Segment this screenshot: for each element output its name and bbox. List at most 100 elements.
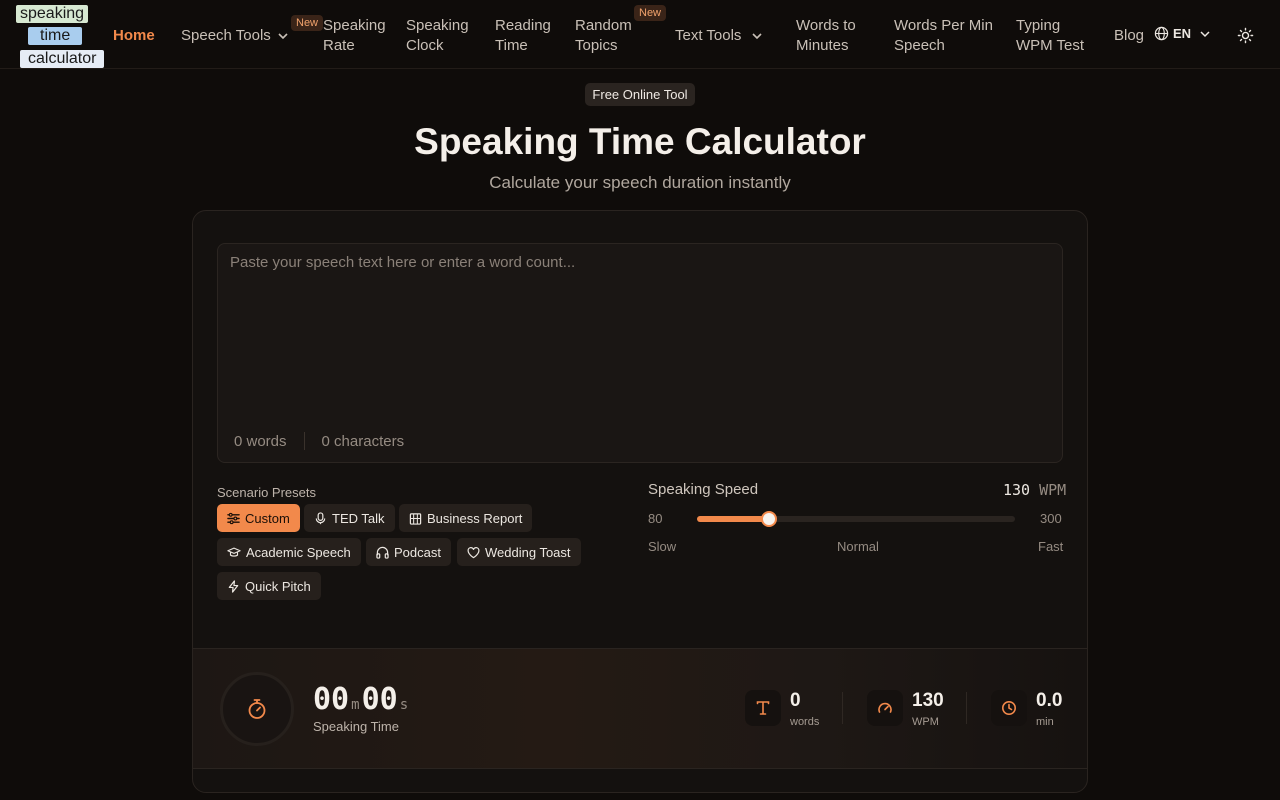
speed-value: 130 WPM [1003, 481, 1066, 499]
speech-text-input[interactable] [218, 244, 1062, 414]
headphones-icon [376, 546, 389, 559]
preset-podcast[interactable]: Podcast [366, 538, 451, 566]
nav-label-line: Typing [1016, 17, 1061, 34]
graduation-cap-icon [227, 547, 241, 557]
stat-label: min [1036, 716, 1054, 728]
nav-typing-test[interactable]: Typing WPM Test [1016, 16, 1084, 56]
language-code: EN [1173, 26, 1192, 41]
microphone-icon [315, 511, 326, 524]
stat-divider [966, 692, 967, 724]
sliders-icon [227, 512, 240, 524]
nav-reading-time[interactable]: Reading Time [495, 16, 551, 56]
nav-wpm-speech[interactable]: Words Per Min Speech [894, 16, 993, 56]
nav-label-line: Speaking [406, 17, 469, 34]
preset-custom[interactable]: Custom [217, 504, 300, 532]
seconds-unit: s [399, 697, 409, 713]
nav-label-line: Time [495, 37, 528, 54]
speed-slider[interactable] [697, 511, 1015, 527]
new-badge: New [291, 15, 324, 31]
nav-speech-tools-label: Speech Tools [181, 27, 271, 44]
chevron-down-icon [278, 33, 288, 40]
top-nav: speaking time calculator Home Speech Too… [0, 0, 1280, 69]
speaking-time-label: Speaking Time [313, 719, 399, 734]
speed-unit: WPM [1039, 481, 1067, 499]
nav-label-line: WPM Test [1016, 37, 1085, 54]
timer-ring [220, 672, 294, 746]
site-logo[interactable]: speaking time calculator [16, 4, 116, 68]
text-icon [745, 690, 781, 726]
nav-label-line: Rate [323, 37, 355, 54]
building-icon [409, 512, 422, 525]
preset-label: Academic Speech [246, 544, 351, 560]
speed-normal-label: Normal [837, 539, 879, 554]
speed-fast-label: Fast [1038, 539, 1064, 554]
nav-label-line: Words to [796, 17, 856, 34]
lightning-icon [228, 579, 239, 593]
preset-label: Podcast [394, 544, 441, 560]
stat-divider [842, 692, 843, 724]
logo-word-calculator: calculator [20, 50, 105, 68]
result-panel: 00 m00 s Speaking Time 0 words 130 WPM 0.0… [193, 648, 1087, 769]
preset-quick-pitch[interactable]: Quick Pitch [217, 572, 321, 600]
nav-random-topics[interactable]: Random Topics [575, 16, 632, 56]
page-subtitle: Calculate your speech duration instantly [489, 173, 791, 192]
nav-blog[interactable]: Blog [1114, 26, 1144, 46]
globe-icon [1154, 26, 1169, 41]
nav-label-line: Speaking [323, 17, 386, 34]
language-selector[interactable]: EN [1154, 26, 1212, 41]
stopwatch-icon [248, 699, 266, 719]
free-tool-badge: Free Online Tool [585, 83, 695, 106]
page-title: Speaking Time Calculator [414, 121, 866, 162]
preset-ted-talk[interactable]: TED Talk [304, 504, 395, 532]
heart-icon [467, 546, 480, 558]
preset-academic-speech[interactable]: Academic Speech [217, 538, 361, 566]
minutes-unit: m [351, 697, 360, 713]
nav-words-to-minutes[interactable]: Words to Minutes [796, 16, 856, 56]
chevron-down-icon [752, 33, 763, 40]
minutes-value: 00 [313, 682, 350, 717]
stat-value: 130 [912, 690, 944, 711]
text-counts: 0 words 0 characters [234, 432, 404, 450]
speaking-time-value: 00 m00 s [313, 683, 410, 722]
nav-speaking-clock[interactable]: Speaking Clock [406, 16, 469, 56]
speed-label: Speaking Speed [648, 481, 759, 498]
new-badge: New [634, 5, 667, 21]
preset-label: Wedding Toast [485, 544, 571, 560]
speed-number: 130 [1003, 481, 1031, 499]
preset-label: Custom [245, 510, 290, 526]
nav-speech-tools[interactable]: Speech Tools [181, 26, 289, 46]
nav-label-line: Speech [894, 37, 945, 54]
speed-min: 80 [648, 511, 663, 526]
nav-home[interactable]: Home [113, 26, 155, 46]
gauge-icon [867, 690, 903, 726]
preset-wedding-toast[interactable]: Wedding Toast [457, 538, 581, 566]
stat-value: 0.0 [1036, 690, 1063, 711]
speed-slider-fill [697, 516, 770, 522]
logo-word-time: time [28, 27, 83, 45]
nav-label-line: Clock [406, 37, 444, 54]
logo-word-speaking: speaking [16, 5, 89, 23]
nav-text-tools[interactable]: Text Tools [675, 26, 763, 46]
chevron-down-icon [1200, 30, 1210, 37]
stat-label: WPM [912, 716, 939, 728]
speech-text-box: 0 words 0 characters [217, 243, 1063, 463]
nav-label-line: Reading [495, 17, 551, 34]
seconds-value: 00 [361, 682, 398, 717]
preset-label: Quick Pitch [245, 578, 311, 594]
nav-label-line: Words Per Min [894, 17, 993, 34]
word-count: 0 words [234, 432, 287, 450]
calculator-card: 0 words 0 characters Scenario Presets Cu… [192, 210, 1088, 793]
nav-speaking-rate[interactable]: Speaking Rate [323, 16, 386, 56]
preset-label: TED Talk [332, 510, 385, 526]
speed-slider-thumb[interactable] [761, 511, 778, 527]
presets-label: Scenario Presets [217, 485, 316, 500]
speed-max: 300 [1040, 511, 1062, 526]
nav-text-tools-label: Text Tools [675, 27, 742, 44]
nav-label-line: Topics [575, 37, 618, 54]
nav-label-line: Minutes [796, 37, 849, 54]
preset-business-report[interactable]: Business Report [399, 504, 533, 532]
count-divider [303, 432, 305, 450]
clock-icon [991, 690, 1027, 726]
sun-icon[interactable] [1237, 27, 1254, 44]
speed-slow-label: Slow [648, 539, 677, 554]
